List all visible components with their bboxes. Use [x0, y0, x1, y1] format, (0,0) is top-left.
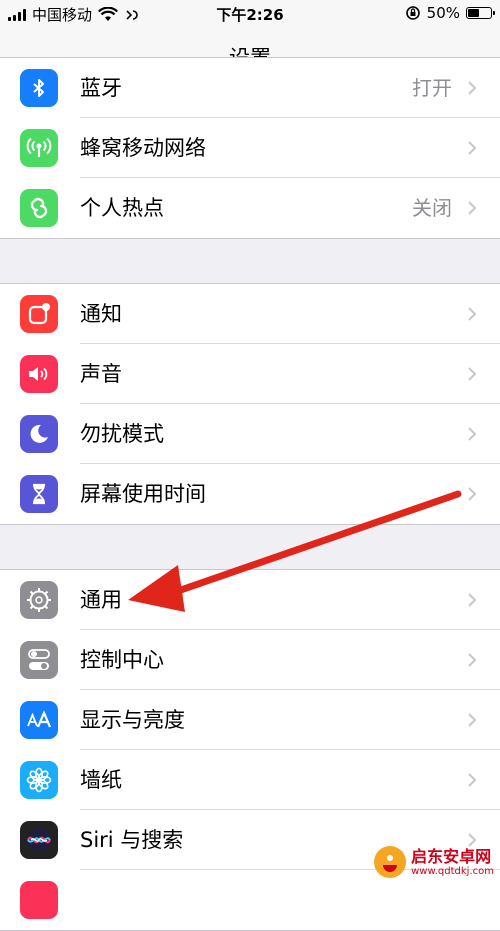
watermark: 启东安卓网 www.qdtdkj.com — [373, 845, 494, 879]
watermark-logo-icon — [374, 846, 407, 878]
watermark-text-group: 启东安卓网 www.qdtdkj.com — [411, 846, 494, 877]
watermark-url: www.qdtdkj.com — [411, 865, 494, 877]
watermark-text: 启东安卓网 — [411, 846, 492, 866]
annotation-arrow — [128, 490, 462, 612]
